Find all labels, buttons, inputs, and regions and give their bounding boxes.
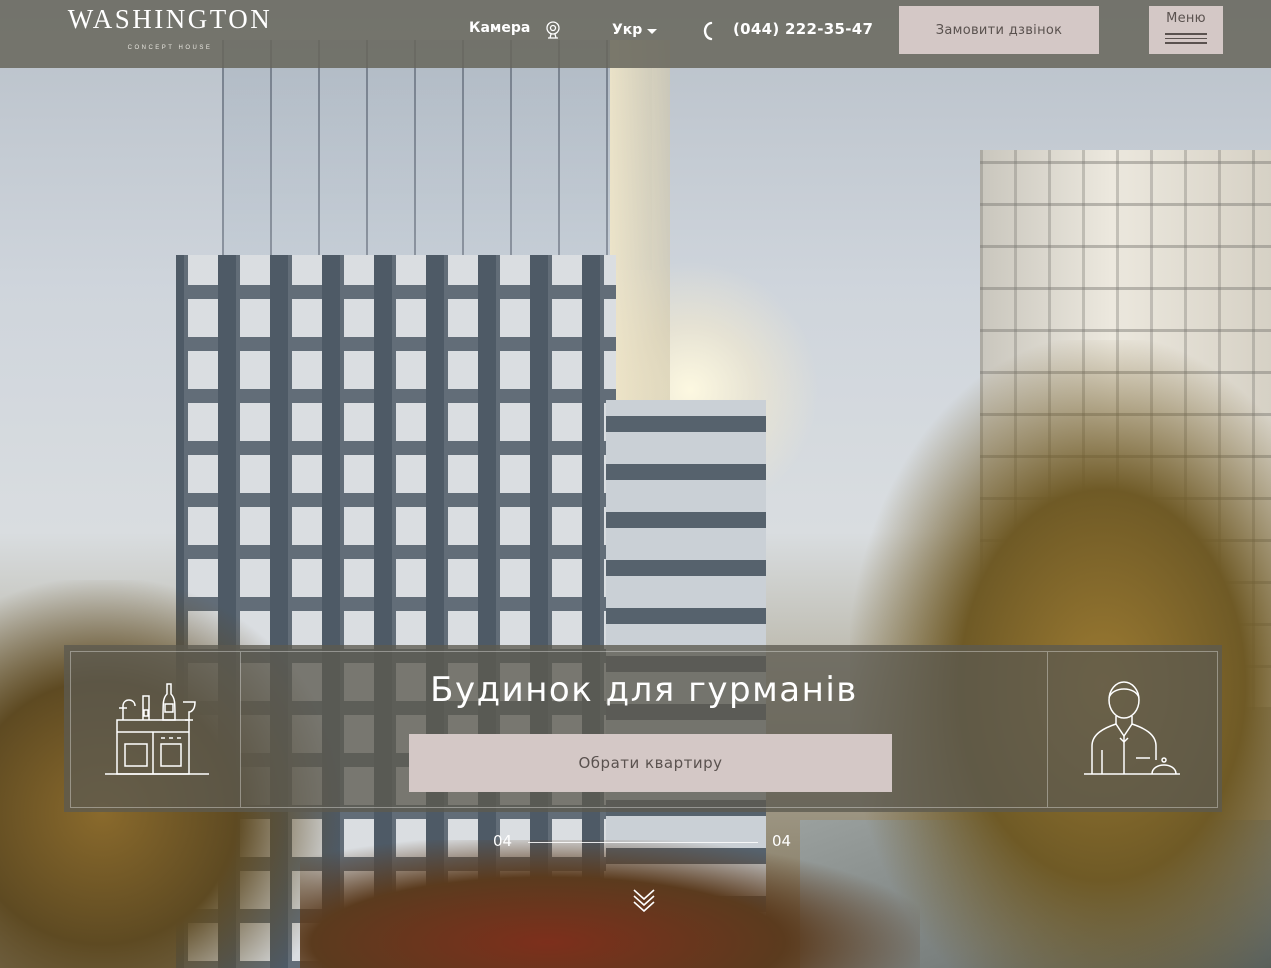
language-label: Укр [612,22,643,38]
site-header: WASHINGTON CONCEPT HOUSE Камера Укр (044… [0,0,1271,68]
menu-label: Меню [1166,11,1206,26]
phone-icon [703,21,713,41]
slide-total-number: 04 [772,832,792,850]
waiter-icon [1084,681,1180,775]
promo-title: Будинок для гурманів [430,670,858,710]
tower-glass-facade [222,40,652,270]
logo[interactable]: WASHINGTON CONCEPT HOUSE [64,5,276,51]
menu-button[interactable]: Меню [1149,6,1223,54]
phone-number-link[interactable]: (044) 222-35-47 [733,20,873,38]
promo-panel: Будинок для гурманів Обрати квартиру [64,645,1222,812]
slide-progress-line [528,842,758,843]
logo-wordmark: WASHINGTON [67,4,273,34]
promo-right-cell [1047,652,1218,807]
tower-glass-highlight [610,40,670,400]
slide-current-number: 04 [493,832,513,850]
request-call-button[interactable]: Замовити дзвінок [899,6,1099,54]
hamburger-icon [1165,30,1207,44]
kitchen-icon [105,683,209,775]
promo-left-cell [71,652,241,807]
logo-tagline: CONCEPT HOUSE [127,45,213,51]
chevron-down-icon [647,28,658,34]
promo-panel-frame: Будинок для гурманів Обрати квартиру [70,651,1218,808]
hero-background-image [0,0,1271,968]
camera-link[interactable]: Камера [469,20,530,36]
autumn-trees-bottom [300,840,920,968]
choose-apartment-button[interactable]: Обрати квартиру [409,734,892,792]
webcam-icon[interactable] [545,21,561,39]
language-selector[interactable]: Укр [612,22,658,38]
chevron-double-down-icon[interactable] [632,886,656,912]
